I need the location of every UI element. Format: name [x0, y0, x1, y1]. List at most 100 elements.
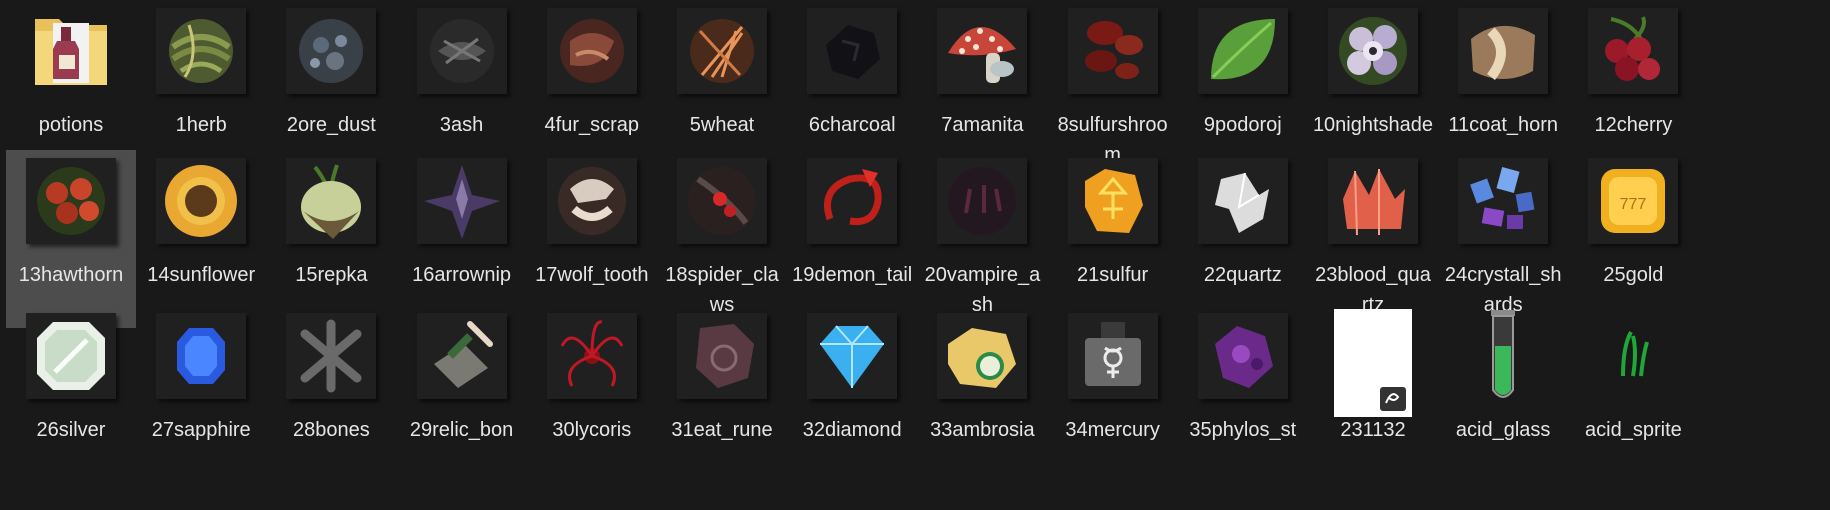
- file-item[interactable]: 31eat_rune: [657, 305, 787, 483]
- coat-horn-icon: [1458, 8, 1549, 94]
- quartz-icon: [1197, 158, 1288, 244]
- ore-dust-icon: [286, 8, 377, 94]
- file-item[interactable]: 26silver: [6, 305, 136, 483]
- file-name: 30lycoris: [552, 419, 632, 441]
- file-item[interactable]: 23blood_quartz: [1308, 150, 1438, 328]
- file-item[interactable]: 21sulfur: [1048, 150, 1178, 328]
- sulfurshroom-icon: [1067, 8, 1158, 94]
- sapphire-icon: [156, 313, 247, 399]
- folder-icon: [26, 8, 116, 94]
- file-name: 32diamond: [802, 419, 902, 441]
- file-item[interactable]: 777 25gold: [1568, 150, 1698, 328]
- file-item[interactable]: 24crystall_shards: [1438, 150, 1568, 328]
- file-item[interactable]: 35phylos_st: [1178, 305, 1308, 483]
- file-name: 22quartz: [1203, 264, 1282, 286]
- file-name: 26silver: [36, 419, 106, 441]
- relic-bone-icon: [416, 313, 507, 399]
- file-name: 31eat_rune: [671, 419, 773, 441]
- file-name: 5wheat: [689, 114, 755, 136]
- file-name: 10nightshade: [1312, 114, 1434, 136]
- file-name: 16arrownip: [412, 264, 512, 286]
- ambrosia-icon: [937, 313, 1028, 399]
- file-name: 231132: [1340, 419, 1406, 441]
- rune-icon: [677, 313, 767, 399]
- file-name: 13hawthorn: [18, 264, 124, 286]
- file-item[interactable]: 32diamond: [787, 305, 917, 483]
- file-name: 7amanita: [941, 114, 1024, 136]
- file-name: 12cherry: [1594, 114, 1673, 136]
- cherry-icon: [1588, 8, 1679, 94]
- file-name: 3ash: [439, 114, 484, 136]
- turnip-icon: [286, 158, 377, 244]
- amanita-icon: [937, 8, 1028, 94]
- file-name: 2ore_dust: [286, 114, 376, 136]
- file-name: acid_glass: [1455, 419, 1551, 441]
- diamond-icon: [807, 313, 898, 399]
- wheat-icon: [677, 8, 767, 94]
- file-name: 15repka: [295, 264, 368, 286]
- file-item[interactable]: 16arrownip: [397, 150, 527, 328]
- spider-claws-icon: [677, 158, 767, 244]
- file-item[interactable]: 22quartz: [1178, 150, 1308, 328]
- svg-text:777: 777: [1620, 196, 1647, 213]
- file-item[interactable]: acid_sprite: [1568, 305, 1698, 483]
- file-item[interactable]: 18spider_claws: [657, 150, 787, 328]
- file-item[interactable]: 17wolf_tooth: [527, 150, 657, 328]
- leaf-icon: [1197, 8, 1288, 94]
- file-name: 9podoroj: [1203, 114, 1282, 136]
- sulfur-icon: [1067, 158, 1158, 244]
- file-item[interactable]: 15repka: [266, 150, 396, 328]
- file-name: 21sulfur: [1077, 264, 1149, 286]
- file-item[interactable]: acid_glass: [1438, 305, 1568, 483]
- file-name: 6charcoal: [808, 114, 896, 136]
- white-image-icon: [1334, 309, 1412, 417]
- arrownip-icon: [416, 158, 507, 244]
- file-name: 4fur_scrap: [544, 114, 640, 136]
- file-item[interactable]: 19demon_tail: [787, 150, 917, 328]
- wolf-tooth-icon: [546, 158, 637, 244]
- demon-tail-icon: [807, 158, 898, 244]
- file-name: 25gold: [1603, 264, 1664, 286]
- file-name: potions: [38, 114, 104, 136]
- hawthorn-icon: [26, 158, 116, 244]
- sunflower-icon: [156, 158, 247, 244]
- test-tube-icon: [1458, 310, 1548, 399]
- file-item[interactable]: 14sunflower: [136, 150, 266, 328]
- file-name: 19demon_tail: [792, 264, 913, 286]
- charcoal-icon: [807, 8, 898, 94]
- blood-quartz-icon: [1328, 158, 1418, 244]
- crystal-shards-icon: [1458, 158, 1549, 244]
- gold-coin-icon: 777: [1588, 158, 1679, 244]
- herb-icon: [156, 8, 247, 94]
- file-name: 35phylos_st: [1189, 419, 1297, 441]
- acid-sprite-icon: [1588, 313, 1678, 399]
- phylos-stone-icon: [1197, 313, 1288, 399]
- file-item[interactable]: 33ambrosia: [917, 305, 1047, 483]
- vampire-ash-icon: [937, 158, 1028, 244]
- bones-icon: [286, 313, 377, 399]
- file-grid: potions 1herb 2ore_dust 3ash 4fur_scrap …: [0, 0, 1830, 510]
- ash-icon: [416, 8, 507, 94]
- file-item[interactable]: 27sapphire: [136, 305, 266, 483]
- silver-icon: [26, 313, 116, 399]
- file-item[interactable]: 29relic_bon: [397, 305, 527, 483]
- nightshade-icon: [1328, 8, 1418, 94]
- file-item[interactable]: 30lycoris: [527, 305, 657, 483]
- fur-scrap-icon: [546, 8, 637, 94]
- file-item[interactable]: 34mercury: [1048, 305, 1178, 483]
- file-item[interactable]: 28bones: [266, 305, 396, 483]
- file-name: 29relic_bon: [409, 419, 514, 441]
- file-item[interactable]: 20vampire_ash: [917, 150, 1047, 328]
- file-name: 33ambrosia: [930, 419, 1035, 441]
- file-name: acid_sprite: [1585, 419, 1682, 441]
- file-name: 17wolf_tooth: [535, 264, 649, 286]
- lycoris-icon: [546, 313, 637, 399]
- file-name: 11coat_horn: [1448, 114, 1559, 136]
- file-name: 28bones: [293, 419, 370, 441]
- file-name: 1herb: [175, 114, 227, 136]
- file-item[interactable]: 231132: [1308, 305, 1438, 483]
- file-item[interactable]: 13hawthorn: [6, 150, 136, 328]
- file-name: 14sunflower: [147, 264, 256, 286]
- mercury-icon: [1067, 313, 1158, 399]
- file-name: 27sapphire: [151, 419, 251, 441]
